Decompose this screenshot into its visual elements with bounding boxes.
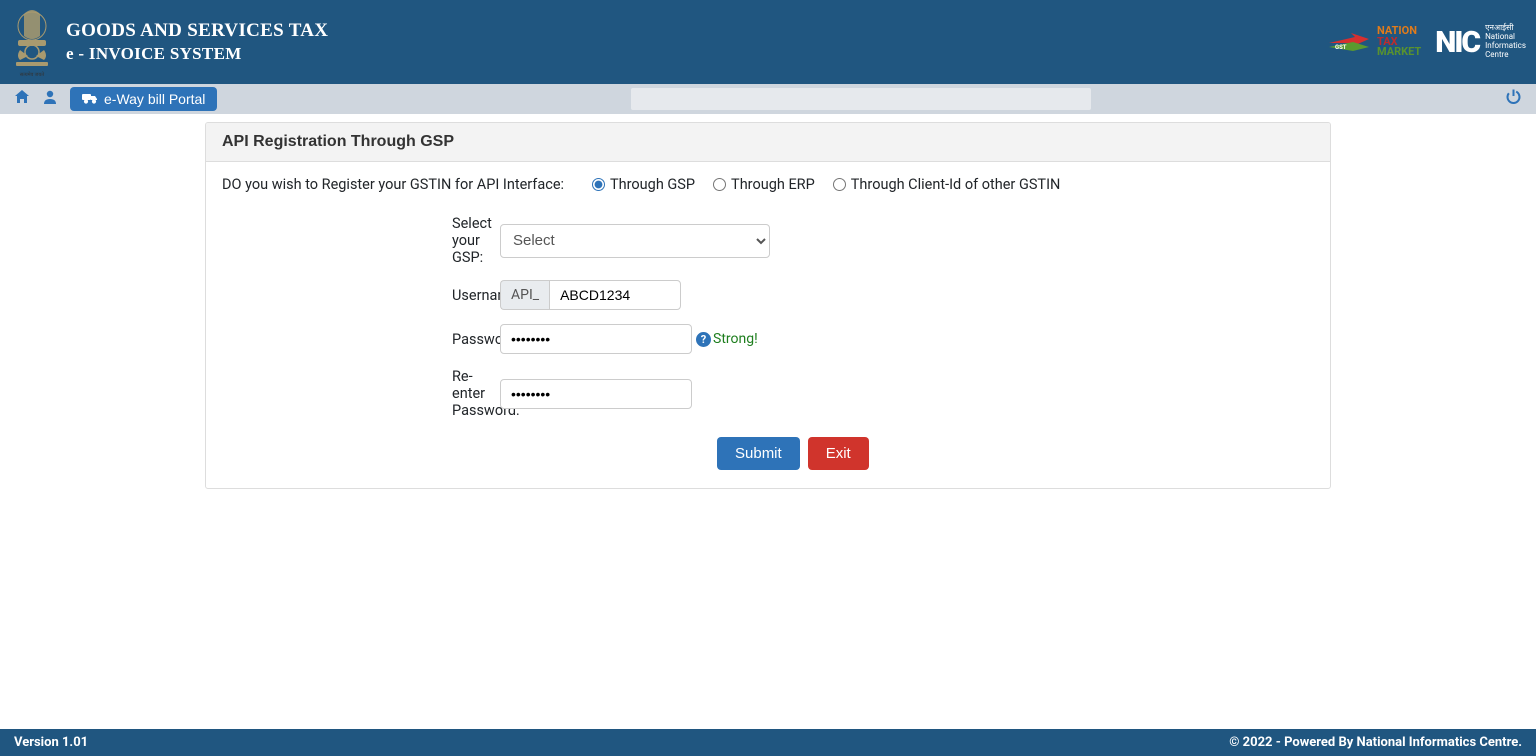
username-row: Username: API_: [222, 280, 1314, 310]
card-body: DO you wish to Register your GSTIN for A…: [206, 162, 1330, 488]
eway-label: e-Way bill Portal: [104, 91, 205, 107]
svg-text:GST: GST: [1335, 44, 1347, 51]
button-row: Submit Exit: [222, 437, 1314, 470]
question-label: DO you wish to Register your GSTIN for A…: [222, 176, 592, 193]
username-prefix: API_: [500, 280, 549, 310]
select-gsp-dropdown[interactable]: Select: [500, 224, 770, 258]
svg-text:सत्यमेव जयते: सत्यमेव जयते: [20, 71, 44, 78]
radio-client-input[interactable]: [833, 178, 846, 191]
registration-card: API Registration Through GSP DO you wish…: [205, 122, 1331, 489]
subbar-left: e-Way bill Portal: [14, 87, 217, 111]
header-title: GOODS AND SERVICES TAX e - INVOICE SYSTE…: [66, 19, 328, 66]
question-row: DO you wish to Register your GSTIN for A…: [222, 176, 1314, 193]
user-icon[interactable]: [42, 89, 58, 109]
password-label: Password:: [222, 331, 500, 348]
power-icon[interactable]: [1505, 88, 1522, 110]
gst-arrow-icon: GST: [1329, 27, 1369, 57]
nic-logo: NIC एनआईसी National Informatics Centre: [1435, 24, 1526, 59]
password-strength: ? Strong!: [696, 331, 758, 347]
title-line1: GOODS AND SERVICES TAX: [66, 19, 328, 44]
exit-button[interactable]: Exit: [808, 437, 869, 470]
radio-group: Through GSP Through ERP Through Client-I…: [592, 176, 1060, 193]
header-left: सत्यमेव जयते GOODS AND SERVICES TAX e - …: [8, 6, 328, 78]
radio-through-erp[interactable]: Through ERP: [713, 176, 815, 193]
ntm-text: NATION TAX MARKET: [1377, 26, 1421, 57]
reenter-label: Re-enter Password:: [222, 368, 500, 419]
header-right: GST NATION TAX MARKET NIC एनआईसी Nationa…: [1329, 24, 1526, 59]
radio-through-gsp[interactable]: Through GSP: [592, 176, 695, 193]
nation-tax-market-logo: GST NATION TAX MARKET: [1329, 26, 1421, 57]
username-label: Username:: [222, 287, 500, 304]
username-input-group: API_: [500, 280, 686, 310]
header-bar: सत्यमेव जयते GOODS AND SERVICES TAX e - …: [0, 0, 1536, 84]
help-icon[interactable]: ?: [696, 332, 711, 347]
password-input[interactable]: [500, 324, 692, 354]
footer-copyright: © 2022 - Powered By National Informatics…: [1229, 735, 1522, 750]
radio-through-client-id[interactable]: Through Client-Id of other GSTIN: [833, 176, 1061, 193]
eway-bill-portal-button[interactable]: e-Way bill Portal: [70, 87, 217, 111]
nic-text: NIC: [1435, 25, 1479, 60]
footer-version: Version 1.01: [14, 735, 88, 750]
nic-subtext: एनआईसी National Informatics Centre: [1485, 24, 1526, 59]
submit-button[interactable]: Submit: [717, 437, 800, 470]
title-line2: e - INVOICE SYSTEM: [66, 43, 328, 65]
radio-gsp-input[interactable]: [592, 178, 605, 191]
footer-bar: Version 1.01 © 2022 - Powered By Nationa…: [0, 729, 1536, 756]
reenter-password-input[interactable]: [500, 379, 692, 409]
username-input[interactable]: [549, 280, 681, 310]
radio-erp-input[interactable]: [713, 178, 726, 191]
select-gsp-label: Select your GSP:: [222, 215, 500, 266]
card-title: API Registration Through GSP: [206, 123, 1330, 162]
truck-icon: [82, 91, 98, 107]
password-row: Password: ? Strong!: [222, 324, 1314, 354]
masked-user-info: [631, 88, 1091, 110]
strength-text: Strong!: [713, 331, 758, 347]
select-gsp-row: Select your GSP: Select: [222, 215, 1314, 266]
sub-navbar: e-Way bill Portal: [0, 84, 1536, 114]
main-container: API Registration Through GSP DO you wish…: [205, 122, 1331, 489]
reenter-password-row: Re-enter Password:: [222, 368, 1314, 419]
emblem-of-india-icon: सत्यमेव जयते: [8, 6, 56, 78]
home-icon[interactable]: [14, 89, 30, 109]
